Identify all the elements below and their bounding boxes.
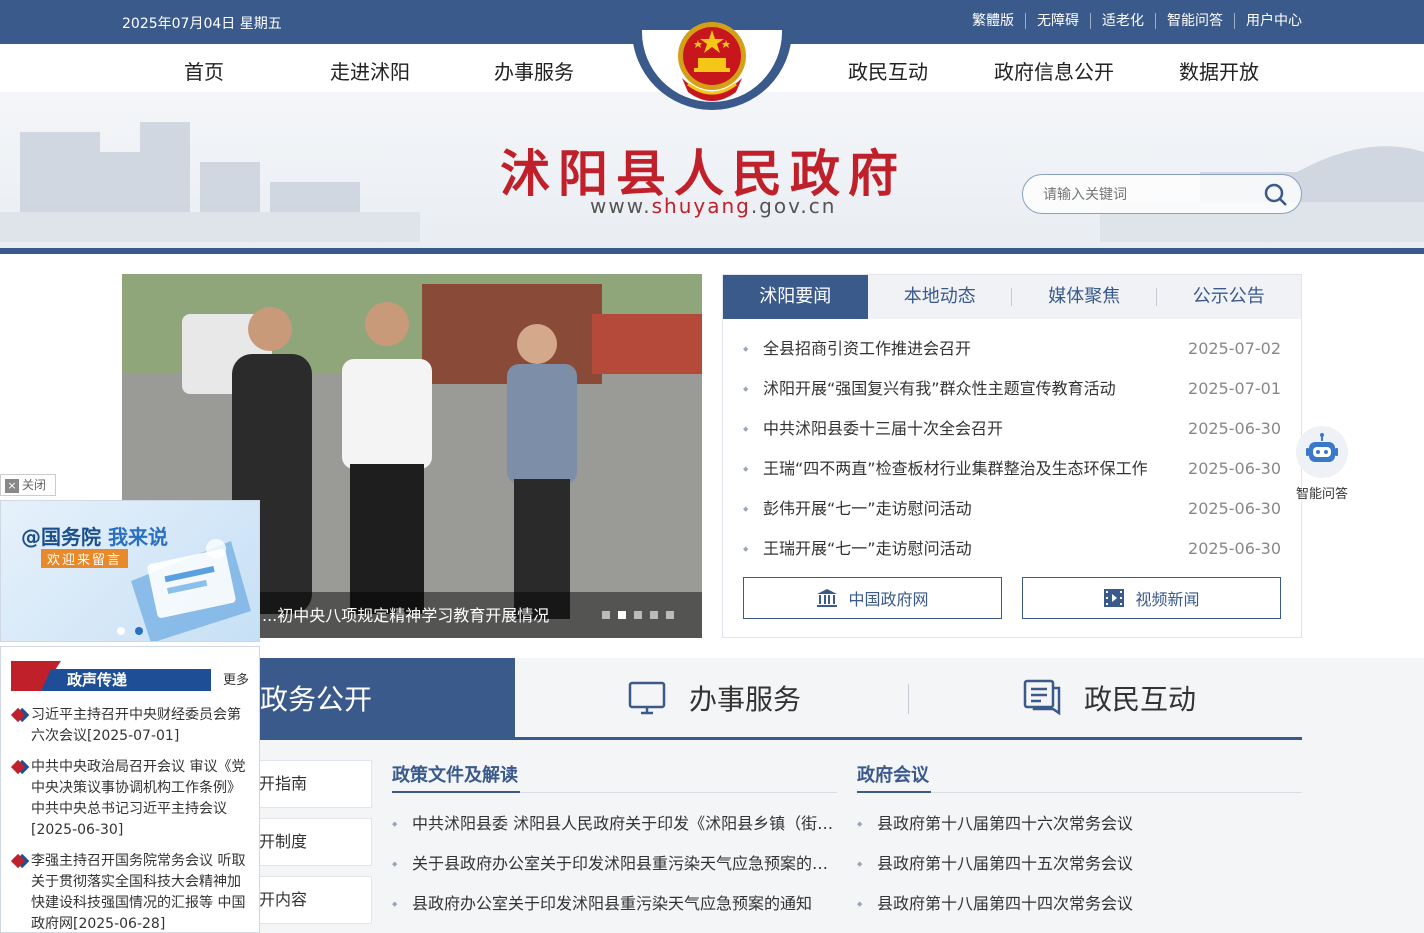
nav-info-disclosure[interactable]: 政府信息公开 [994,56,1114,85]
policy-relay-list: 习近平主持召开中央财经委员会第六次会议[2025-07-01] 中共中央政治局召… [11,705,251,932]
slider-dot[interactable] [666,611,674,619]
news-buttons: 中国政府网 视频新闻 [743,577,1281,619]
ad-headline: @国务院 我来说 [21,525,168,549]
float-close-button[interactable]: × 关闭 [0,474,56,496]
video-news-button[interactable]: 视频新闻 [1022,577,1281,619]
close-icon: × [5,479,19,493]
news-item[interactable]: 全县招商引资工作推进会召开2025-07-02 [743,329,1281,369]
monitor-icon [628,681,666,714]
news-item[interactable]: 中共沭阳县委十三届十次全会召开2025-06-30 [743,409,1281,449]
current-date: 2025年07月04日 星期五 [122,16,282,32]
news-tabs: 沭阳要闻 本地动态 媒体聚焦 公示公告 [723,275,1301,319]
tab-shuyang-news[interactable]: 沭阳要闻 [723,275,868,319]
news-item[interactable]: 沭阳开展“强国复兴有我”群众性主题宣传教育活动2025-07-01 [743,369,1281,409]
traditional-chinese-link[interactable]: 繁體版 [961,13,1026,29]
news-item[interactable]: 王瑞开展“七一”走访慰问活动2025-06-30 [743,529,1281,569]
meeting-item[interactable]: 县政府第十八届第四十五次常务会议 [857,844,1302,884]
chat-icon [1023,679,1061,715]
site-url: www.shuyang.gov.cn [590,194,837,218]
policy-item[interactable]: 县政府办公室关于印发沭阳县重污染天气应急预案的通知 [392,884,837,924]
nav-services[interactable]: 办事服务 [494,56,574,85]
search-icon[interactable] [1263,182,1289,208]
slider-dot[interactable] [650,611,658,619]
video-icon [1104,589,1125,607]
policy-relay-title: 政声传递 [67,671,128,689]
tab-announcements[interactable]: 公示公告 [1157,275,1302,319]
policy-item[interactable]: 中共沭阳县委 沭阳县人民政府关于印发《沭阳县乡镇（街… [392,804,837,844]
relay-item[interactable]: 习近平主持召开中央财经委员会第六次会议[2025-07-01] [11,705,251,747]
news-panel: 沭阳要闻 本地动态 媒体聚焦 公示公告 全县招商引资工作推进会召开2025-07… [722,274,1302,638]
robot-label[interactable]: 智能问答 [1296,483,1348,502]
policy-item[interactable]: 关于县政府办公室关于印发沭阳县重污染天气应急预案的… [392,844,837,884]
slider-caption[interactable]: ...初中央八项规定精神学习教育开展情况 [262,602,549,626]
national-emblem-icon[interactable] [674,18,750,104]
search-input[interactable] [1043,184,1263,206]
smart-qa-link[interactable]: 智能问答 [1156,13,1235,29]
relay-item[interactable]: 李强主持召开国务院常务会议 听取关于贯彻落实全国科技大会精神加快建设科技强国情况… [11,851,251,932]
header-banner: 沭阳县人民政府 www.shuyang.gov.cn [0,92,1424,250]
more-link[interactable]: 更多 [223,669,249,688]
news-item[interactable]: 彭伟开展“七一”走访慰问活动2025-06-30 [743,489,1281,529]
ad-dots [117,627,143,635]
slider-dot-active[interactable] [618,611,626,619]
meetings-list: 县政府第十八届第四十六次常务会议 县政府第十八届第四十五次常务会议 县政府第十八… [857,804,1302,924]
relay-item[interactable]: 中共中央政治局召开会议 审议《党中央决策议事协调机构工作条例》 中共中央总书记习… [11,757,251,841]
policy-relay-header: 政声传递 更多 [11,661,251,691]
policy-underline [392,791,520,793]
nav-open-data[interactable]: 数据开放 [1179,56,1259,85]
tab-services[interactable]: 办事服务 [627,658,801,737]
accessibility-link[interactable]: 无障碍 [1026,13,1091,29]
disclosure-content-button[interactable]: 开内容 [248,876,372,924]
meetings-section-title[interactable]: 政府会议 [857,761,929,787]
section-tabs: 政务公开 办事服务 政民互动 [122,658,1302,740]
policy-relay-panel: 政声传递 更多 习近平主持召开中央财经委员会第六次会议[2025-07-01] … [0,646,260,933]
user-center-link[interactable]: 用户中心 [1235,13,1302,29]
meeting-item[interactable]: 县政府第十八届第四十四次常务会议 [857,884,1302,924]
ad-dot-active[interactable] [135,627,143,635]
ad-dot[interactable] [117,627,125,635]
tab-interaction[interactable]: 政民互动 [1022,658,1196,737]
ad-subtitle: 欢迎来留言 [41,549,129,568]
slider-dots [602,611,674,619]
state-council-message-ad[interactable]: @国务院 我来说 欢迎来留言 [0,500,260,642]
search-box [1022,174,1302,214]
policy-section-title[interactable]: 政策文件及解读 [392,761,518,787]
tab-separator [908,684,909,714]
policy-list: 中共沭阳县委 沭阳县人民政府关于印发《沭阳县乡镇（街… 关于县政府办公室关于印发… [392,804,837,924]
robot-icon [1306,433,1338,462]
disclosure-guide-button[interactable]: 开指南 [248,760,372,808]
tab-media-focus[interactable]: 媒体聚焦 [1012,275,1157,319]
government-building-icon [817,589,838,607]
smart-qa-robot-button[interactable] [1296,426,1348,478]
news-list: 全县招商引资工作推进会召开2025-07-02 沭阳开展“强国复兴有我”群众性主… [723,319,1301,569]
china-gov-button[interactable]: 中国政府网 [743,577,1002,619]
slider-dot[interactable] [634,611,642,619]
disclosure-rules-button[interactable]: 开制度 [248,818,372,866]
banner-divider [0,248,1424,254]
news-item[interactable]: 王瑞“四不两直”检查板材行业集群整治及生态环保工作2025-06-30 [743,449,1281,489]
elderly-mode-link[interactable]: 适老化 [1091,13,1156,29]
meetings-underline [857,791,931,793]
top-links: 繁體版 无障碍 适老化 智能问答 用户中心 [961,13,1302,29]
slider-dot[interactable] [602,611,610,619]
tab-local-updates[interactable]: 本地动态 [868,275,1013,319]
meeting-item[interactable]: 县政府第十八届第四十六次常务会议 [857,804,1302,844]
nav-about-shuyang[interactable]: 走进沭阳 [330,56,410,85]
nav-interaction[interactable]: 政民互动 [848,56,928,85]
nav-home[interactable]: 首页 [184,56,224,85]
